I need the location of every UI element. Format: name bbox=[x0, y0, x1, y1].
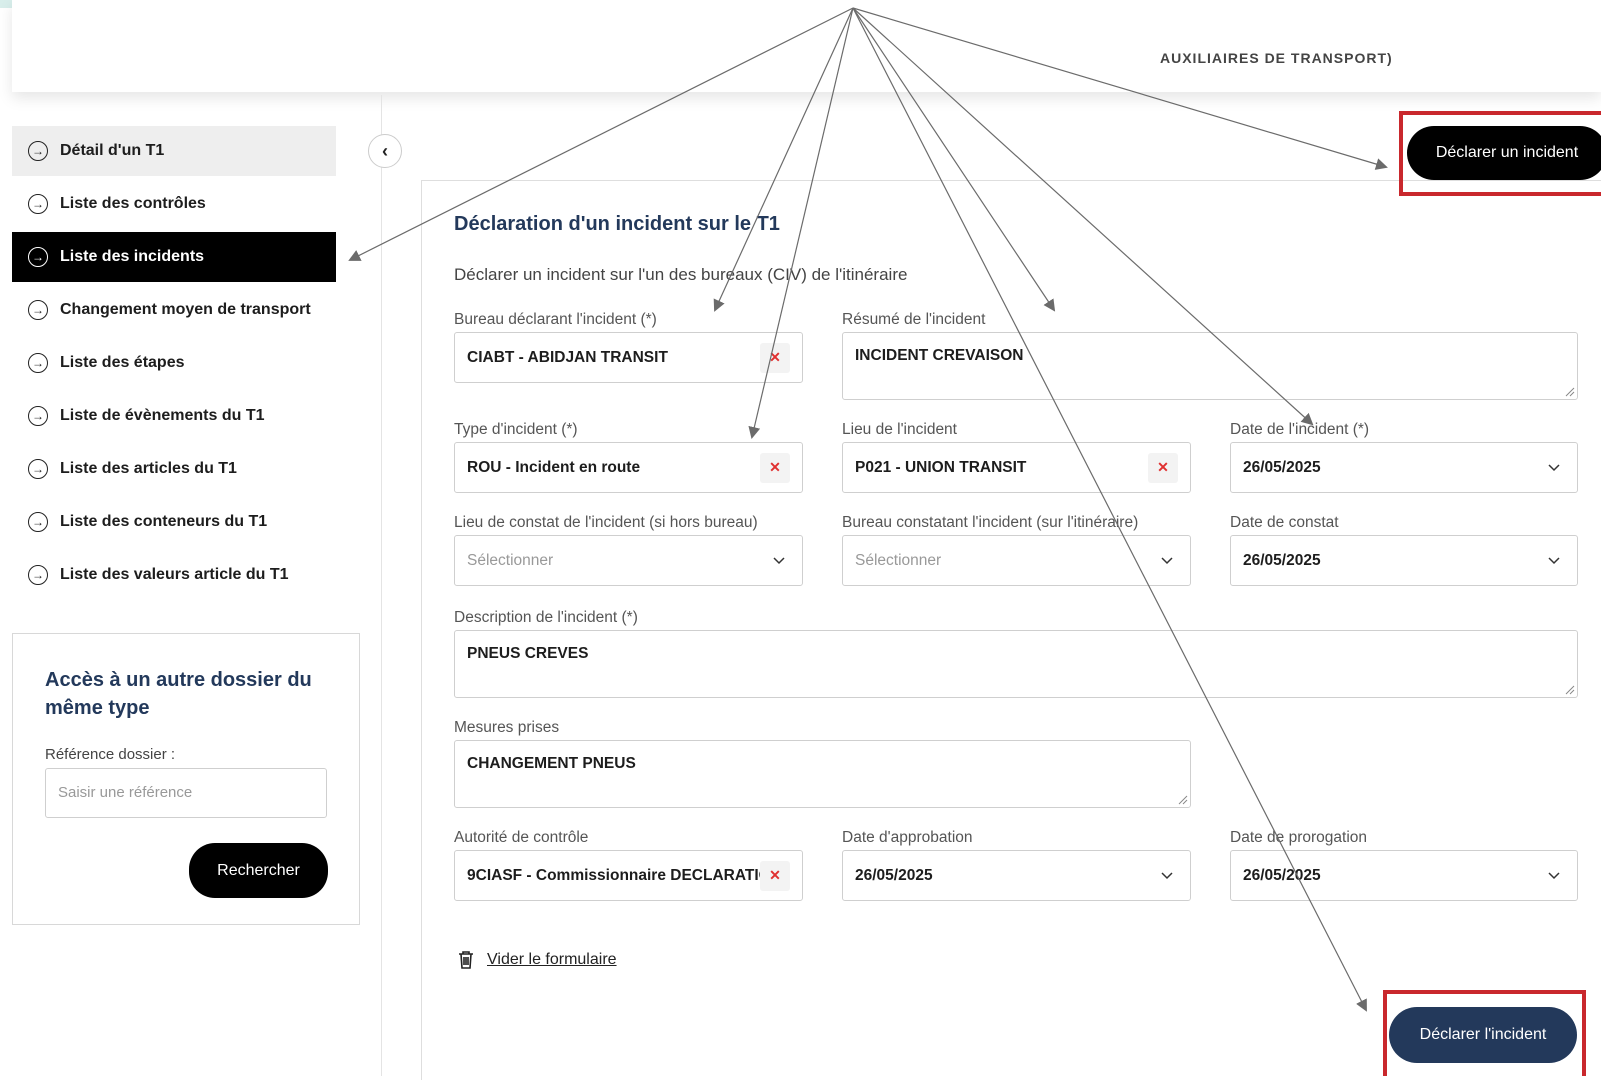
sidebar-item-etapes[interactable]: → Liste des étapes bbox=[12, 338, 336, 388]
sidebar-item-label: Liste des étapes bbox=[60, 354, 185, 371]
sidebar-item-label: Liste des articles du T1 bbox=[60, 460, 237, 477]
chevron-down-icon bbox=[1161, 556, 1173, 564]
sidebar-item-label: Détail d'un T1 bbox=[60, 142, 165, 159]
arrow-circle-right-icon: → bbox=[28, 194, 48, 214]
chevron-down-icon bbox=[1548, 463, 1560, 471]
sidebar-item-label: Liste des contrôles bbox=[60, 195, 206, 212]
date-incident-field[interactable]: 26/05/2025 bbox=[1230, 442, 1578, 493]
chevron-down-icon bbox=[773, 556, 785, 564]
date-approbation-field[interactable]: 26/05/2025 bbox=[842, 850, 1191, 901]
chevron-down-icon bbox=[1161, 871, 1173, 879]
header-cut-text: AUXILIAIRES DE TRANSPORT) bbox=[1160, 50, 1393, 66]
sidebar-item-controles[interactable]: → Liste des contrôles bbox=[12, 179, 336, 229]
sidebar-item-label: Liste des incidents bbox=[60, 248, 205, 265]
autorite-label: Autorité de contrôle bbox=[454, 829, 589, 846]
clear-form-link[interactable]: Vider le formulaire bbox=[457, 950, 617, 970]
clear-icon[interactable]: ✕ bbox=[760, 452, 790, 483]
resume-label: Résumé de l'incident bbox=[842, 311, 986, 328]
ref-input[interactable]: Saisir une référence bbox=[45, 768, 327, 818]
sidebar-item-label: Liste des conteneurs du T1 bbox=[60, 513, 268, 530]
mesures-textarea[interactable]: CHANGEMENT PNEUS bbox=[454, 740, 1191, 808]
bureau-constatant-label: Bureau constatant l'incident (sur l'itin… bbox=[842, 514, 1139, 531]
bureau-declarant-label: Bureau déclarant l'incident (*) bbox=[454, 311, 657, 328]
arrow-circle-right-icon: → bbox=[28, 406, 48, 426]
chevron-down-icon bbox=[1548, 871, 1560, 879]
bureau-declarant-select[interactable]: CIABT - ABIDJAN TRANSIT ✕ bbox=[454, 332, 803, 383]
resize-grip-icon[interactable] bbox=[1565, 387, 1575, 397]
sidebar-divider bbox=[381, 95, 382, 1076]
clear-icon[interactable]: ✕ bbox=[1148, 452, 1178, 483]
resize-grip-icon[interactable] bbox=[1178, 795, 1188, 805]
bureau-constatant-select[interactable]: Sélectionner bbox=[842, 535, 1191, 586]
highlight-box-top bbox=[1399, 111, 1601, 196]
resize-grip-icon[interactable] bbox=[1565, 685, 1575, 695]
sidebar-item-transport[interactable]: → Changement moyen de transport bbox=[12, 285, 336, 335]
arrow-circle-right-icon: → bbox=[28, 459, 48, 479]
date-prorogation-label: Date de prorogation bbox=[1230, 829, 1368, 846]
description-label: Description de l'incident (*) bbox=[454, 609, 638, 626]
arrow-circle-right-icon: → bbox=[28, 247, 48, 267]
trash-icon bbox=[459, 951, 473, 969]
search-button[interactable]: Rechercher bbox=[189, 843, 328, 898]
autorite-select[interactable]: 9CIASF - Commissionnaire DECLARATION ✕ bbox=[454, 850, 803, 901]
sidebar-item-conteneurs[interactable]: → Liste des conteneurs du T1 bbox=[12, 497, 336, 547]
arrow-circle-right-icon: → bbox=[28, 565, 48, 585]
form-title: Déclaration d'un incident sur le T1 bbox=[454, 213, 780, 235]
date-approbation-label: Date d'approbation bbox=[842, 829, 973, 846]
arrow-circle-right-icon: → bbox=[28, 512, 48, 532]
type-label: Type d'incident (*) bbox=[454, 421, 578, 438]
arrow-circle-right-icon: → bbox=[28, 300, 48, 320]
chevron-down-icon bbox=[1548, 556, 1560, 564]
date-constat-label: Date de constat bbox=[1230, 514, 1339, 531]
lieu-select[interactable]: P021 - UNION TRANSIT ✕ bbox=[842, 442, 1191, 493]
sidebar-item-articles[interactable]: → Liste des articles du T1 bbox=[12, 444, 336, 494]
clear-icon[interactable]: ✕ bbox=[760, 860, 790, 891]
sidebar-item-incidents[interactable]: → Liste des incidents bbox=[12, 232, 336, 282]
date-prorogation-field[interactable]: 26/05/2025 bbox=[1230, 850, 1578, 901]
lieu-constat-select[interactable]: Sélectionner bbox=[454, 535, 803, 586]
clear-form-label: Vider le formulaire bbox=[487, 951, 617, 968]
sidebar-item-valeurs[interactable]: → Liste des valeurs article du T1 bbox=[12, 550, 336, 600]
date-constat-field[interactable]: 26/05/2025 bbox=[1230, 535, 1578, 586]
sidebar-item-evenements[interactable]: → Liste de évènements du T1 bbox=[12, 391, 336, 441]
description-textarea[interactable]: PNEUS CREVES bbox=[454, 630, 1578, 698]
chevron-left-icon: ‹ bbox=[382, 140, 388, 161]
highlight-box-bottom bbox=[1383, 990, 1586, 1076]
resume-textarea[interactable]: INCIDENT CREVAISON bbox=[842, 332, 1578, 400]
arrow-circle-right-icon: → bbox=[28, 353, 48, 373]
type-select[interactable]: ROU - Incident en route ✕ bbox=[454, 442, 803, 493]
ref-label: Référence dossier : bbox=[45, 746, 176, 763]
sidebar-item-label: Liste de évènements du T1 bbox=[60, 407, 265, 424]
form-subtitle: Déclarer un incident sur l'un des bureau… bbox=[454, 265, 908, 284]
other-dossier-panel: Accès à un autre dossier du même type Ré… bbox=[12, 633, 360, 925]
clear-icon[interactable]: ✕ bbox=[760, 342, 790, 373]
sidebar-item-label: Liste des valeurs article du T1 bbox=[60, 566, 289, 583]
date-incident-label: Date de l'incident (*) bbox=[1230, 421, 1370, 438]
mesures-label: Mesures prises bbox=[454, 719, 560, 736]
lieu-label: Lieu de l'incident bbox=[842, 421, 957, 438]
sidebar-item-label: Changement moyen de transport bbox=[60, 301, 311, 318]
lieu-constat-label: Lieu de constat de l'incident (si hors b… bbox=[454, 514, 758, 531]
collapse-sidebar-button[interactable]: ‹ bbox=[368, 134, 402, 168]
arrow-circle-right-icon: → bbox=[28, 141, 48, 161]
sidebar-item-detail[interactable]: → Détail d'un T1 bbox=[12, 126, 336, 176]
other-dossier-title: Accès à un autre dossier du même type bbox=[45, 669, 312, 719]
